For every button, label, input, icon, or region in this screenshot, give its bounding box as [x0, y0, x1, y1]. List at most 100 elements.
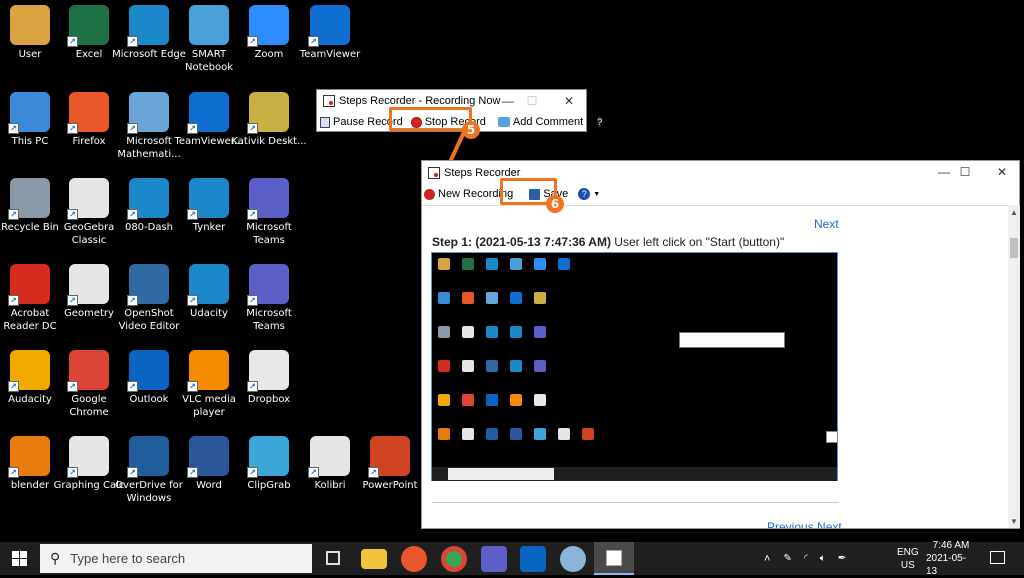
mini-icon: [534, 394, 546, 406]
scroll-up-icon[interactable]: ▲: [1008, 208, 1020, 217]
shortcut-arrow-icon: ↗: [67, 295, 78, 306]
app-icon: ↗: [67, 436, 109, 478]
desktop-icon-label: Dropbox: [247, 394, 291, 405]
desktop-icon-dropbox[interactable]: ↗ Dropbox: [231, 350, 307, 406]
desktop-icon-label: Excel: [75, 49, 103, 60]
firefox-icon[interactable]: [401, 546, 427, 572]
mini-icon: [486, 258, 498, 270]
desktop-icon-label: Udacity: [190, 308, 228, 319]
app-icon: ↗: [127, 350, 169, 392]
mini-icon: [510, 258, 522, 270]
app-icon: ↗: [127, 436, 169, 478]
paint-icon[interactable]: [560, 546, 586, 572]
help-icon[interactable]: ?: [578, 188, 591, 200]
app-icon: ↗: [8, 436, 50, 478]
mini-icon: [462, 428, 474, 440]
shortcut-arrow-icon: ↗: [187, 295, 198, 306]
volume-icon[interactable]: 🔈︎: [820, 553, 826, 564]
wifi-icon[interactable]: ◜: [804, 553, 808, 564]
shortcut-arrow-icon: ↗: [8, 209, 19, 220]
desktop-icon-label: Tynker: [192, 222, 226, 233]
help-dropdown-icon[interactable]: ▼: [605, 119, 612, 126]
app-icon: ↗: [67, 92, 109, 134]
shortcut-arrow-icon: ↗: [247, 295, 258, 306]
search-icon: ⚲: [50, 550, 61, 566]
mini-icon: [462, 394, 474, 406]
desktop-icon-teamviewer[interactable]: ↗ TeamViewer: [292, 5, 368, 61]
previous-next-links[interactable]: Previous Next: [767, 520, 842, 528]
pen-icon[interactable]: ✎: [783, 553, 791, 564]
mini-icon: [510, 360, 522, 372]
clock[interactable]: 7:46 AM 2021-05-13: [926, 540, 976, 577]
desktop-icon-microsoft-teams[interactable]: ↗ Microsoft Teams: [231, 178, 307, 247]
app-icon: ↗: [247, 350, 289, 392]
maximize-icon[interactable]: ☐: [514, 90, 550, 112]
add-comment-button[interactable]: Add Comment: [497, 116, 583, 128]
outlook-icon[interactable]: [520, 546, 546, 572]
app-icon: ↗: [127, 5, 169, 47]
mini-bubble: [826, 431, 838, 443]
language-indicator[interactable]: ENG US: [897, 542, 919, 575]
file-explorer-icon[interactable]: [361, 549, 387, 569]
chevron-up-icon[interactable]: ˄: [764, 553, 770, 565]
pause-icon: [320, 116, 330, 128]
app-icon: [10, 5, 50, 45]
scrollbar-thumb[interactable]: [1010, 238, 1018, 258]
desktop-icon-powerpoint[interactable]: ↗ PowerPoint: [352, 436, 428, 492]
mini-icon: [462, 360, 474, 372]
start-button[interactable]: [0, 542, 38, 575]
app-icon: ↗: [8, 178, 50, 220]
mini-icon: [534, 326, 546, 338]
shortcut-arrow-icon: ↗: [127, 209, 138, 220]
app-icon: ↗: [67, 178, 109, 220]
app-icon: ↗: [8, 350, 50, 392]
shortcut-arrow-icon: ↗: [127, 467, 138, 478]
app-icon: ↗: [8, 92, 50, 134]
close-icon[interactable]: ✕: [551, 90, 587, 112]
taskbar-search[interactable]: ⚲ Type here to search: [40, 544, 312, 573]
mini-icon: [510, 292, 522, 304]
vertical-scrollbar[interactable]: ▲ ▼: [1008, 205, 1020, 528]
help-icon[interactable]: ?: [597, 116, 603, 128]
step-1-header: Step 1: (2021-05-13 7:47:36 AM) User lef…: [432, 235, 785, 249]
help-dropdown-icon[interactable]: ▼: [593, 191, 600, 198]
mini-icon: [486, 428, 498, 440]
desktop-icon-kativik-deskt[interactable]: ↗ Kativik Deskt...: [231, 92, 307, 148]
step-1-screenshot[interactable]: [431, 252, 838, 481]
shortcut-arrow-icon: ↗: [308, 36, 319, 47]
mini-icon: [486, 326, 498, 338]
next-link[interactable]: Next: [814, 217, 839, 231]
step-separator: [432, 502, 839, 503]
close-icon[interactable]: ✕: [984, 161, 1020, 183]
desktop-icon-label: Word: [196, 480, 222, 491]
desktop-icon-microsoft-teams[interactable]: ↗ Microsoft Teams: [231, 264, 307, 333]
task-view-icon[interactable]: [326, 551, 340, 565]
mini-icon: [510, 326, 522, 338]
scroll-down-icon[interactable]: ▼: [1008, 517, 1020, 526]
mini-icon: [534, 428, 546, 440]
shortcut-arrow-icon: ↗: [127, 36, 138, 47]
desktop-icon-label: Zoom: [254, 49, 284, 60]
maximize-icon[interactable]: ☐: [947, 161, 983, 183]
notification-icon[interactable]: [990, 551, 1005, 564]
steps-recorder-icon: [428, 166, 440, 179]
search-placeholder: Type here to search: [70, 551, 186, 566]
mini-icon: [462, 292, 474, 304]
shortcut-arrow-icon: ↗: [67, 467, 78, 478]
desktop-icon-label: Kolibri: [314, 480, 346, 491]
shortcut-arrow-icon: ↗: [308, 467, 319, 478]
shortcut-arrow-icon: ↗: [67, 209, 78, 220]
stylus-icon[interactable]: ✒: [838, 553, 846, 564]
app-icon: ↗: [67, 350, 109, 392]
mini-icon: [486, 360, 498, 372]
mini-icon: [510, 428, 522, 440]
steps-recorder-taskbar-button[interactable]: [594, 542, 634, 575]
shortcut-arrow-icon: ↗: [8, 381, 19, 392]
teams-icon[interactable]: [481, 546, 507, 572]
desktop-icon-label: Geometry: [64, 308, 114, 319]
chrome-icon[interactable]: [441, 546, 467, 572]
app-icon: [189, 5, 229, 45]
mini-icon: [510, 394, 522, 406]
app-icon: ↗: [187, 436, 229, 478]
recording-title: Steps Recorder - Recording Now: [339, 95, 501, 107]
